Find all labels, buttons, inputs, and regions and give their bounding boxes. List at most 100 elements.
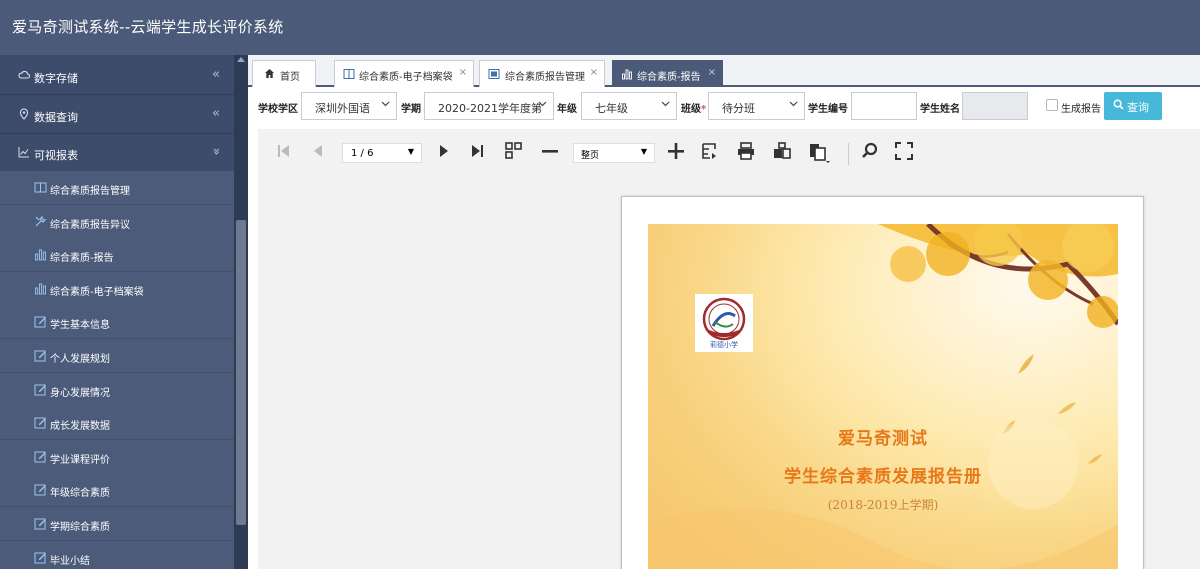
class-label: 班级* — [681, 100, 706, 115]
dropdown-arrow-icon: ▼ — [407, 147, 414, 156]
previous-page-icon[interactable] — [308, 141, 330, 163]
collapse-arrow-icon[interactable]: « — [212, 106, 220, 121]
sidebar-subitem-label: 成长发展数据 — [50, 421, 110, 433]
required-marker: * — [701, 104, 707, 115]
sidebar-subitem[interactable]: 综合素质-电子档案袋 — [0, 271, 234, 306]
sidebar-subitem[interactable]: 身心发展情况 — [0, 372, 234, 407]
search-icon[interactable] — [860, 141, 882, 163]
print-icon[interactable] — [736, 141, 758, 163]
first-page-icon[interactable] — [274, 141, 296, 163]
toolbar-divider — [848, 143, 849, 165]
sidebar-subitem-label: 综合素质报告异议 — [50, 219, 130, 231]
cloud-icon — [18, 69, 31, 81]
chevron-down-icon — [538, 99, 547, 111]
collapse-arrow-icon[interactable]: « — [212, 67, 220, 82]
sidebar-item-label: 可视报表 — [34, 149, 78, 162]
sidebar-item-visual-reports[interactable]: 可视报表 » — [0, 134, 234, 172]
tab-report[interactable]: 综合素质-报告 × — [612, 60, 723, 87]
search-button[interactable]: 查询 — [1104, 92, 1162, 120]
close-icon[interactable]: × — [459, 67, 467, 78]
school-select-value: 深圳外国语 — [315, 102, 370, 115]
map-marker-icon — [18, 108, 30, 120]
sidebar-subitem[interactable]: 学业课程评价 — [0, 439, 234, 474]
close-icon[interactable]: × — [708, 67, 716, 78]
page-select[interactable]: 1 / 6 ▼ — [342, 143, 422, 163]
page-print-icon[interactable] — [772, 141, 794, 163]
sidebar-subitem-label: 学生基本信息 — [50, 320, 110, 332]
sidebar-subitem[interactable]: 成长发展数据 — [0, 406, 234, 441]
tab-bar: 首页 综合素质-电子档案袋 × 综合素质报告管理 × 综合素质-报告 × — [248, 55, 1200, 87]
bar-chart-icon — [34, 248, 47, 261]
class-label-text: 班级 — [681, 104, 701, 115]
page-indicator: 1 / 6 — [351, 148, 374, 159]
search-icon — [1113, 99, 1124, 113]
report-cover: 莉德小学 爱马奇测试 学生综合素质发展报告册 (2018-2019上学期) — [648, 224, 1118, 569]
sidebar-subitem-label: 身心发展情况 — [50, 387, 110, 399]
edit-icon — [34, 517, 47, 530]
tab-home[interactable]: 首页 — [252, 60, 316, 87]
sidebar-subitem[interactable]: 综合素质报告管理 — [0, 171, 234, 205]
line-chart-icon — [18, 146, 30, 158]
close-icon[interactable]: × — [590, 67, 598, 78]
thumbnail-view-icon[interactable] — [504, 141, 526, 163]
zoom-out-icon[interactable] — [540, 141, 562, 163]
app-root: 爱马奇测试系统--云端学生成长评价系统 数字存储 « 数据查询 « 可视报表 »… — [0, 0, 1200, 569]
search-button-label: 查询 — [1127, 101, 1149, 114]
school-label: 学校学区 — [258, 104, 298, 115]
report-page: 莉德小学 爱马奇测试 学生综合素质发展报告册 (2018-2019上学期) — [621, 196, 1144, 569]
sidebar-subitem[interactable]: 个人发展规划 — [0, 339, 234, 373]
sidebar-item-digital-storage[interactable]: 数字存储 « — [0, 57, 234, 95]
grade-select[interactable]: 七年级 — [581, 92, 677, 120]
home-icon — [264, 68, 275, 82]
sidebar-scrollbar[interactable] — [234, 55, 248, 569]
class-select[interactable]: 待分班 — [708, 92, 805, 120]
tools-icon — [34, 215, 47, 228]
sidebar-subitem-label: 年级综合素质 — [50, 488, 110, 500]
copy-dropdown-icon[interactable] — [808, 141, 830, 163]
edit-icon — [34, 383, 47, 396]
term-select[interactable]: 2020-2021学年度第 — [424, 92, 554, 120]
term-label: 学期 — [401, 104, 421, 115]
logo-caption: 莉德小学 — [710, 341, 738, 349]
student-no-input[interactable] — [851, 92, 917, 120]
export-icon[interactable] — [700, 141, 722, 163]
next-page-icon[interactable] — [434, 141, 456, 163]
edit-icon — [34, 483, 47, 496]
sidebar-item-data-query[interactable]: 数据查询 « — [0, 96, 234, 134]
sidebar-subitem[interactable]: 毕业小结 — [0, 540, 234, 569]
sidebar-subitem-label: 学业课程评价 — [50, 454, 110, 466]
sidebar-item-label: 数据查询 — [34, 111, 78, 124]
expand-arrow-icon[interactable]: » — [209, 148, 224, 156]
edit-icon — [34, 551, 47, 564]
sidebar-subitem-label: 个人发展规划 — [50, 354, 110, 365]
app-header: 爱马奇测试系统--云端学生成长评价系统 — [0, 0, 1200, 55]
generate-report-checkbox[interactable] — [1046, 99, 1058, 111]
bar-chart-icon — [34, 282, 47, 295]
sidebar-subitem[interactable]: 年级综合素质 — [0, 473, 234, 508]
sidebar-subitem[interactable]: 综合素质-报告 — [0, 238, 234, 273]
sidebar-subitem[interactable]: 综合素质报告异议 — [0, 204, 234, 239]
generate-report-label: 生成报告 — [1061, 104, 1101, 115]
student-name-input[interactable] — [962, 92, 1028, 120]
zoom-in-icon[interactable] — [666, 141, 688, 163]
tab-e-archive[interactable]: 综合素质-电子档案袋 × — [334, 60, 474, 87]
scroll-up-arrow-icon[interactable] — [237, 57, 245, 62]
sidebar-subitem[interactable]: 学期综合素质 — [0, 507, 234, 541]
sidebar-subitem-label: 学期综合素质 — [50, 522, 110, 533]
last-page-icon[interactable] — [468, 141, 490, 163]
report-period: (2018-2019上学期) — [827, 498, 939, 512]
tab-label: 综合素质-电子档案袋 — [359, 72, 453, 83]
zoom-select[interactable]: 整页 ▼ — [573, 143, 655, 163]
edit-icon — [34, 450, 47, 463]
sidebar-subitem[interactable]: 学生基本信息 — [0, 305, 234, 340]
tab-report-management[interactable]: 综合素质报告管理 × — [479, 60, 605, 87]
fullscreen-icon[interactable] — [894, 141, 916, 163]
class-select-value: 待分班 — [722, 102, 755, 115]
sidebar-subitem-label: 综合素质-报告 — [50, 253, 114, 265]
app-title: 爱马奇测试系统--云端学生成长评价系统 — [12, 18, 284, 36]
school-select[interactable]: 深圳外国语 — [301, 92, 397, 120]
grade-select-value: 七年级 — [595, 102, 628, 115]
cover-background-illustration — [648, 224, 1118, 569]
scrollbar-thumb[interactable] — [236, 220, 246, 525]
report-viewer: 1 / 6 ▼ 整页 ▼ 莉德小学 爱马奇测试 学生综合素质发展报告册 (201… — [258, 129, 1200, 569]
